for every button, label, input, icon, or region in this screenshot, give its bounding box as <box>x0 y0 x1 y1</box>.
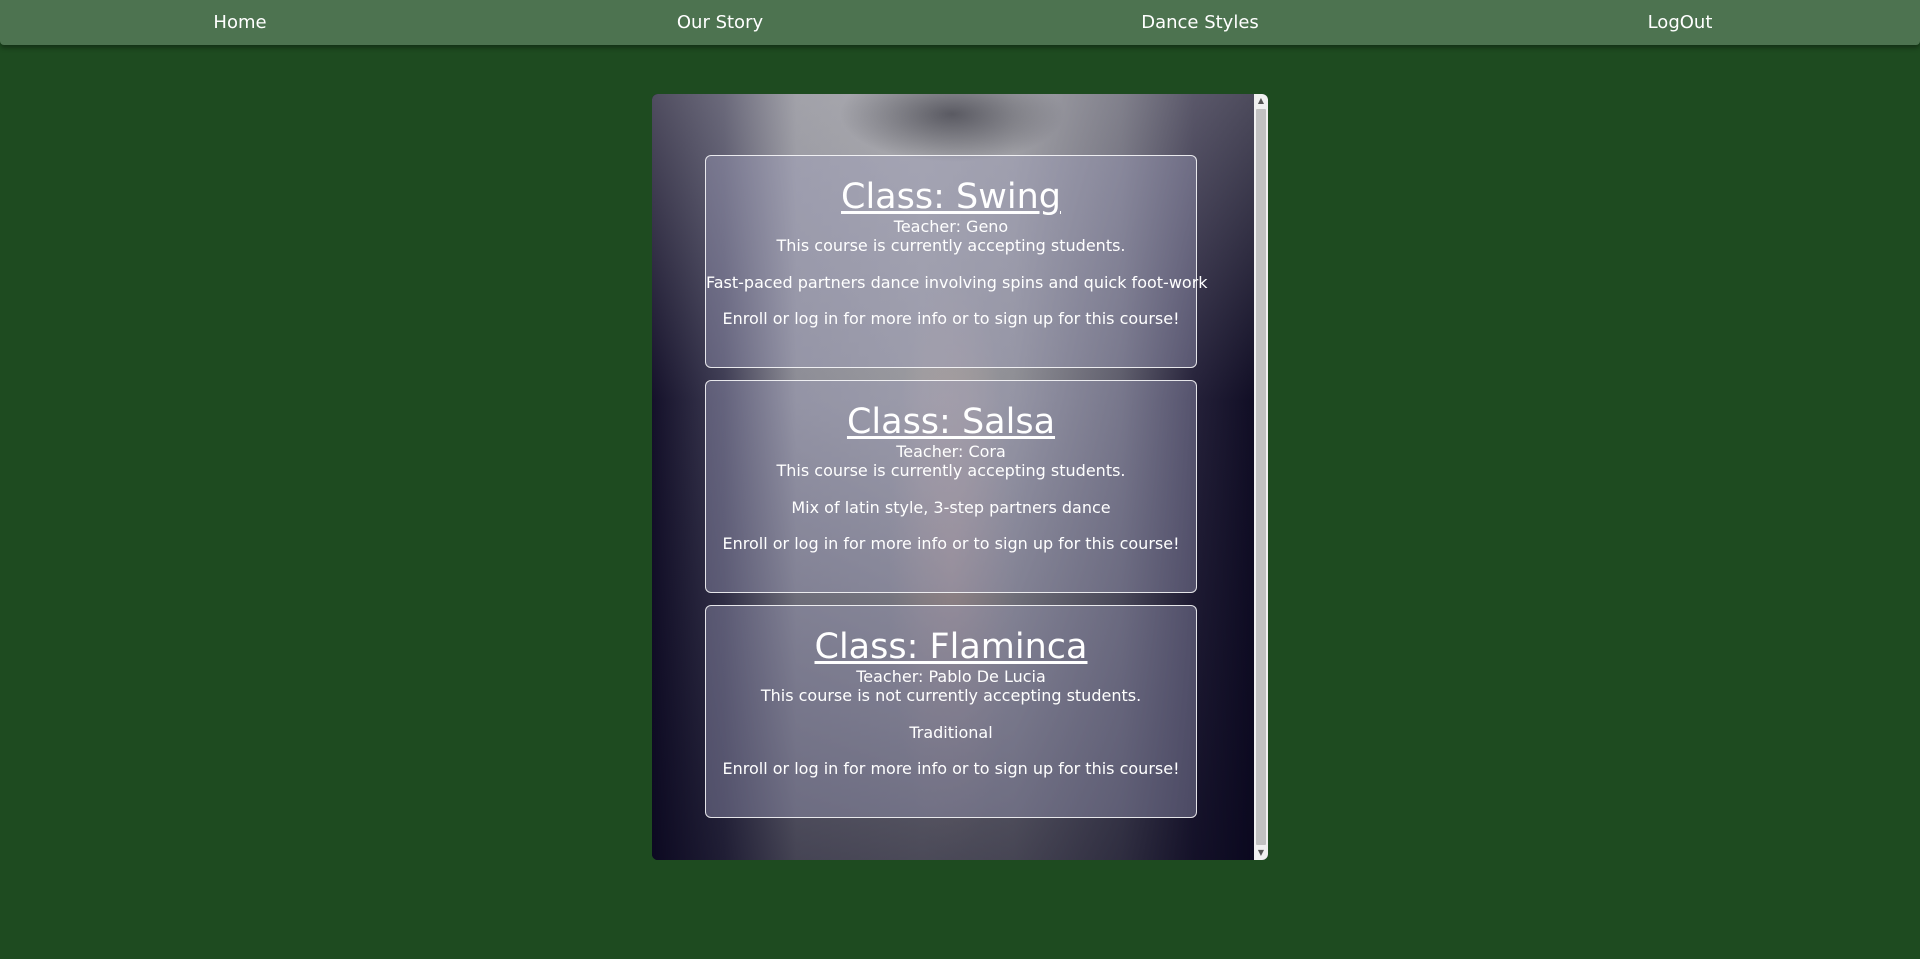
class-status: This course is currently accepting stude… <box>776 236 1126 255</box>
class-enroll-text: Enroll or log in for more info or to sig… <box>722 759 1180 778</box>
class-title: Class: Flaminca <box>814 627 1088 667</box>
class-teacher: Teacher: Cora <box>896 442 1006 461</box>
nav-logout-link[interactable]: LogOut <box>1560 12 1800 33</box>
class-enroll-text: Enroll or log in for more info or to sig… <box>722 534 1180 553</box>
vertical-scrollbar[interactable]: ▲ ▼ <box>1254 94 1268 860</box>
class-teacher: Teacher: Pablo De Lucia <box>856 667 1046 686</box>
top-navbar: Home Our Story Dance Styles LogOut <box>0 0 1920 45</box>
class-description: Fast-paced partners dance involving spin… <box>706 273 1208 292</box>
nav-home-link[interactable]: Home <box>120 12 360 33</box>
triangle-down-icon[interactable]: ▼ <box>1254 846 1268 860</box>
class-status: This course is currently accepting stude… <box>776 461 1126 480</box>
nav-our-story-link[interactable]: Our Story <box>600 12 840 33</box>
class-description: Mix of latin style, 3-step partners danc… <box>791 498 1111 517</box>
class-title: Class: Salsa <box>846 402 1056 442</box>
class-card-salsa: Class: Salsa Teacher: Cora This course i… <box>705 380 1197 593</box>
class-enroll-text: Enroll or log in for more info or to sig… <box>722 309 1180 328</box>
class-card-flaminca: Class: Flaminca Teacher: Pablo De Lucia … <box>705 605 1197 818</box>
triangle-up-icon[interactable]: ▲ <box>1254 94 1268 108</box>
class-title: Class: Swing <box>841 177 1061 217</box>
class-card-swing: Class: Swing Teacher: Geno This course i… <box>705 155 1208 368</box>
class-description: Traditional <box>909 723 993 742</box>
scrollbar-thumb[interactable] <box>1256 109 1266 845</box>
classes-scroll-panel: Class: Swing Teacher: Geno This course i… <box>652 94 1268 860</box>
nav-dance-styles-link[interactable]: Dance Styles <box>1080 12 1320 33</box>
class-status: This course is not currently accepting s… <box>760 686 1142 705</box>
class-teacher: Teacher: Geno <box>893 217 1009 236</box>
